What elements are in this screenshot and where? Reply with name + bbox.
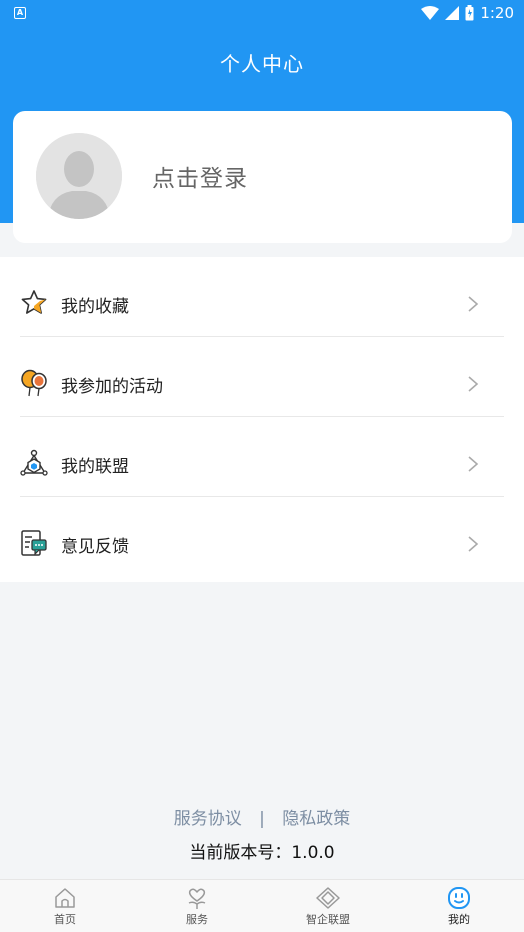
chevron-right-icon (468, 456, 479, 472)
system-icons: 1:20 (421, 4, 514, 22)
avatar[interactable] (36, 133, 122, 219)
balloons-icon (21, 369, 47, 397)
diamond-icon (316, 887, 340, 909)
battery-icon (465, 5, 474, 21)
page-title: 个人中心 (220, 52, 304, 76)
tab-mine[interactable]: 我的 (414, 886, 504, 927)
menu-item-alliance[interactable]: 我的联盟 (0, 417, 524, 497)
tab-label: 智企联盟 (306, 913, 350, 926)
link-separator: | (259, 809, 265, 829)
profile-face-icon (448, 887, 470, 909)
tab-home[interactable]: 首页 (20, 886, 110, 927)
menu-list: 我的收藏 我参加的活动 我的联盟 意见反馈 (0, 257, 524, 582)
service-agreement-link[interactable]: 服务协议 (174, 809, 242, 829)
alliance-icon (20, 449, 48, 476)
login-card[interactable]: 点击登录 (13, 111, 512, 243)
version-text: 当前版本号：1.0.0 (189, 843, 335, 863)
menu-item-favorites[interactable]: 我的收藏 (0, 257, 524, 337)
privacy-policy-link[interactable]: 隐私政策 (282, 809, 350, 829)
chevron-right-icon (468, 376, 479, 392)
footer-links: 服务协议 | 隐私政策 (0, 804, 524, 829)
clock-text: 1:20 (480, 4, 514, 22)
menu-item-label: 意见反馈 (61, 537, 129, 557)
menu-item-label: 我的收藏 (61, 297, 129, 317)
tab-label: 服务 (186, 913, 208, 926)
menu-item-feedback[interactable]: 意见反馈 (0, 497, 524, 577)
star-icon (21, 290, 47, 314)
service-icon (188, 888, 206, 909)
chevron-right-icon (468, 296, 479, 312)
menu-item-label: 我参加的活动 (61, 377, 163, 397)
chevron-right-icon (468, 536, 479, 552)
tab-alliance[interactable]: 智企联盟 (283, 886, 373, 927)
default-avatar-icon (36, 133, 122, 219)
login-link[interactable]: 点击登录 (152, 159, 248, 193)
wifi-icon (421, 6, 440, 20)
feedback-icon (21, 530, 47, 556)
menu-item-label: 我的联盟 (61, 457, 129, 477)
bottom-tab-bar: 首页 服务 智企联盟 我的 (0, 879, 524, 932)
home-icon (55, 888, 75, 908)
tab-service[interactable]: 服务 (152, 886, 242, 927)
app-notification-icon: A (14, 7, 26, 19)
menu-item-activities[interactable]: 我参加的活动 (0, 337, 524, 417)
tab-label: 首页 (54, 913, 76, 926)
tab-label: 我的 (448, 913, 470, 926)
status-bar: A 1:20 (0, 0, 524, 28)
cell-signal-icon (445, 6, 460, 20)
